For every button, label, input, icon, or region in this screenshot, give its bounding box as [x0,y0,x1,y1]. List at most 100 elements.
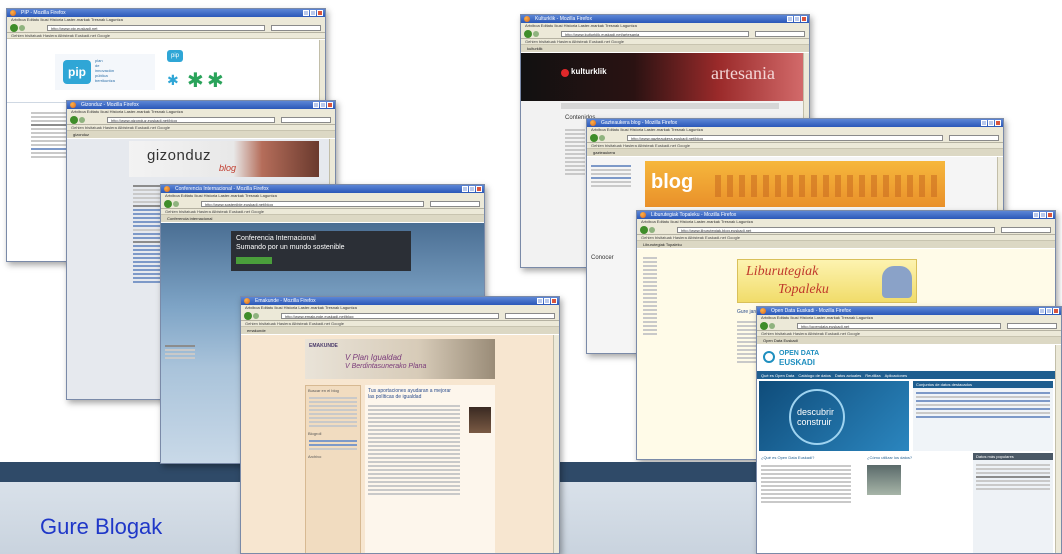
maximize-button[interactable] [310,10,316,16]
address-bar[interactable]: http://www.gazteaukera.euskadi.net/blog [627,135,943,141]
tab-opendata[interactable]: Open Data Euskadi [757,337,1061,344]
left-text-column [165,343,195,361]
address-bar[interactable]: http://opendata.euskadi.net [797,323,1001,329]
firefox-icon [640,212,646,218]
forward-arrow-icon[interactable] [599,135,605,141]
forward-arrow-icon[interactable] [649,227,655,233]
sidebar-heading: Archivo [308,454,322,459]
close-button[interactable] [317,10,323,16]
bookmarks-bar[interactable]: Gehien bisitatuak Hasiera Albisteak Eusk… [7,33,325,39]
minimize-button[interactable] [537,298,543,304]
back-arrow-icon[interactable] [760,322,768,330]
vertical-scrollbar[interactable] [1055,345,1061,553]
maximize-button[interactable] [469,186,475,192]
search-field[interactable] [755,31,805,37]
close-button[interactable] [476,186,482,192]
back-arrow-icon[interactable] [244,312,252,320]
forward-arrow-icon[interactable] [79,117,85,123]
search-field[interactable] [430,201,480,207]
forward-arrow-icon[interactable] [253,313,259,319]
forward-arrow-icon[interactable] [19,25,25,31]
forward-arrow-icon[interactable] [533,31,539,37]
tab-gizonduz[interactable]: gizonduz [67,131,335,138]
main-nav: Qué es Open Data Catálogo de datos Datos… [757,371,1055,379]
tab-gazteaukera[interactable]: gazteaukera [587,149,1003,156]
tab-emakunde[interactable]: emakunde [241,327,559,334]
minimize-button[interactable] [303,10,309,16]
banner-badge [236,257,272,264]
back-arrow-icon[interactable] [70,116,78,124]
tab-kulturklik[interactable]: kulturklik [521,45,809,52]
search-field[interactable] [271,25,321,31]
search-field[interactable] [505,313,555,319]
address-bar[interactable]: http://www.emakunde.euskadi.net/blog [281,313,499,319]
nav-item[interactable]: Aplicaciones [885,373,907,378]
close-button[interactable] [551,298,557,304]
nav-item[interactable]: Qué es Open Data [761,373,794,378]
tab-conferencia[interactable]: Conferencia internacional [161,215,484,222]
maximize-button[interactable] [1040,212,1046,218]
address-bar[interactable]: http://www.pip.euskadi.net [47,25,265,31]
close-button[interactable] [801,16,807,22]
forward-arrow-icon[interactable] [769,323,775,329]
search-field[interactable] [949,135,999,141]
firefox-icon [70,102,76,108]
close-button[interactable] [995,120,1001,126]
back-arrow-icon[interactable] [164,200,172,208]
browser-window-emakunde[interactable]: Emakunde - Mozilla Firefox Artxiboa Edit… [240,296,560,554]
nav-item[interactable]: Datos actuales [835,373,861,378]
window-titlebar: Open Data Euskadi - Mozilla Firefox [757,307,1061,315]
back-arrow-icon[interactable] [640,226,648,234]
banner-heading: Conferencia Internacional [236,235,316,242]
maximize-button[interactable] [1046,308,1052,314]
browser-window-opendata[interactable]: Open Data Euskadi - Mozilla Firefox Artx… [756,306,1062,554]
maximize-button[interactable] [794,16,800,22]
minimize-button[interactable] [1033,212,1039,218]
forward-arrow-icon[interactable] [173,201,179,207]
firefox-icon [760,308,766,314]
address-bar[interactable]: http://www.gizonduz.euskadi.net/blog [107,117,275,123]
minimize-button[interactable] [981,120,987,126]
featured-heading: Conjuntos de datos destacados [913,381,1053,388]
page-content: OPEN DATA EUSKADI Qué es Open Data Catál… [757,345,1061,553]
window-titlebar: Gizonduz - Mozilla Firefox [67,101,335,109]
address-bar[interactable]: http://www.sostenible.euskadi.net/blog [201,201,424,207]
back-arrow-icon[interactable] [10,24,18,32]
section-title: Conocer [591,255,614,261]
minimize-button[interactable] [1039,308,1045,314]
back-arrow-icon[interactable] [590,134,598,142]
sidebar-links [591,163,631,189]
nav-strip[interactable] [561,103,779,109]
vertical-scrollbar[interactable] [553,335,559,553]
tab-liburutegiak[interactable]: Liburutegiak Topaleku [637,241,1055,248]
maximize-button[interactable] [988,120,994,126]
window-titlebar: Gazteaukera blog - Mozilla Firefox [587,119,1003,127]
close-button[interactable] [327,102,333,108]
window-titlebar: Emakunde - Mozilla Firefox [241,297,559,305]
nav-item[interactable]: Reutiliza [865,373,880,378]
minimize-button[interactable] [462,186,468,192]
right-heading: Datos más populares [973,453,1053,460]
hero-banner: descubrir construir [759,381,909,451]
content-lines [565,127,585,177]
blog-banner: blog [645,161,945,207]
featured-panel: Conjuntos de datos destacados [913,381,1053,451]
firefox-icon [590,120,596,126]
search-field[interactable] [1001,227,1051,233]
left-column-text [31,110,71,160]
maximize-button[interactable] [320,102,326,108]
pip-logo: pip [63,60,91,84]
search-field[interactable] [1007,323,1057,329]
conference-banner: Conferencia Internacional Sumando por un… [231,231,411,271]
address-bar[interactable]: http://www.liburutegiak.blog.euskadi.net [677,227,995,233]
minimize-button[interactable] [313,102,319,108]
back-arrow-icon[interactable] [524,30,532,38]
sidebar-links [643,255,657,337]
minimize-button[interactable] [787,16,793,22]
nav-item[interactable]: Catálogo de datos [798,373,830,378]
close-button[interactable] [1047,212,1053,218]
maximize-button[interactable] [544,298,550,304]
close-button[interactable] [1053,308,1059,314]
address-bar[interactable]: http://www.kulturklik.euskadi.net/artesa… [561,31,749,37]
search-field[interactable] [281,117,331,123]
